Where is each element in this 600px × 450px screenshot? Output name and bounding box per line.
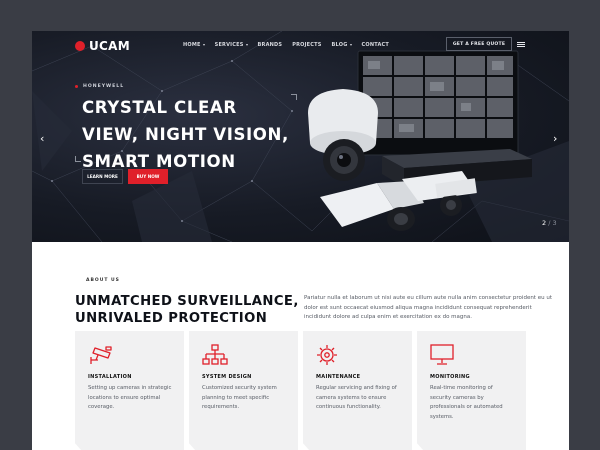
- nav-item-contact[interactable]: CONTACT: [362, 42, 389, 48]
- slide-total: 3: [552, 219, 557, 227]
- service-description: Regular servicing and fixing of camera s…: [316, 385, 397, 411]
- service-card-system-design[interactable]: SYSTEM DESIGN Customized security system…: [189, 331, 298, 450]
- services-cards: INSTALLATION Setting up cameras in strat…: [75, 331, 526, 450]
- hero-brand-label: HONEYWELL: [83, 84, 125, 89]
- chevron-down-icon: [349, 44, 352, 46]
- get-quote-button[interactable]: GET A FREE QUOTE: [446, 37, 512, 51]
- hamburger-icon[interactable]: [517, 42, 525, 47]
- service-description: Customized security system planning to m…: [202, 385, 277, 411]
- nav-item-home[interactable]: HOME: [183, 42, 205, 48]
- nav-item-services[interactable]: SERVICES: [215, 42, 248, 48]
- eyebrow-dot-icon: [75, 85, 78, 88]
- hero-title: CRYSTAL CLEAR VIEW, NIGHT VISION, SMART …: [82, 94, 289, 175]
- logo[interactable]: UCAM: [75, 39, 130, 53]
- nav-item-label: BRANDS: [257, 42, 283, 48]
- corner-bracket-icon: [291, 94, 297, 100]
- nav-item-label: CONTACT: [361, 42, 389, 48]
- chevron-down-icon: [245, 44, 248, 46]
- nav-item-projects[interactable]: PROJECTS: [292, 42, 321, 48]
- service-title: SYSTEM DESIGN: [202, 374, 252, 380]
- gear-icon: [317, 345, 337, 365]
- service-description: Real-time monitoring of security cameras…: [430, 385, 503, 421]
- service-title: INSTALLATION: [88, 374, 132, 380]
- nav-item-label: BLOG: [331, 42, 348, 48]
- nav-item-blog[interactable]: BLOG: [332, 42, 352, 48]
- corner-bracket-icon: [75, 156, 81, 162]
- nav-item-brands[interactable]: BRANDS: [258, 42, 283, 48]
- about-title-line: UNRIVALED PROTECTION: [75, 311, 268, 326]
- slide-separator: /: [548, 219, 551, 227]
- nav-item-label: PROJECTS: [292, 42, 322, 48]
- chevron-down-icon: [202, 44, 205, 46]
- network-diagram-icon: [202, 344, 228, 365]
- service-title: MONITORING: [430, 374, 470, 380]
- service-card-maintenance[interactable]: MAINTENANCE Regular servicing and fixing…: [303, 331, 412, 450]
- slide-counter: 2 / 3: [542, 219, 557, 227]
- about-section-label: ABOUT US: [86, 278, 120, 283]
- hero-title-line: VIEW, NIGHT VISION,: [82, 125, 289, 144]
- service-card-installation[interactable]: INSTALLATION Setting up cameras in strat…: [75, 331, 184, 450]
- chevron-left-icon[interactable]: ‹: [40, 132, 44, 145]
- dome-camera-image: [308, 89, 378, 181]
- cctv-camera-icon: [90, 346, 112, 364]
- about-title-line: UNMATCHED SURVEILLANCE,: [75, 294, 299, 309]
- logo-mark-icon: [75, 41, 85, 51]
- main-nav: HOME SERVICES BRANDS PROJECTS BLOG CONTACT: [183, 42, 399, 48]
- learn-more-button[interactable]: LEARN MORE: [82, 169, 123, 184]
- monitor-icon: [430, 344, 454, 365]
- hero-title-line: CRYSTAL CLEAR: [82, 98, 237, 117]
- nav-item-label: SERVICES: [214, 42, 244, 48]
- hero-eyebrow: HONEYWELL: [75, 84, 124, 89]
- service-title: MAINTENANCE: [316, 374, 361, 380]
- monitor-image: [357, 50, 519, 156]
- buy-now-button[interactable]: BUY NOW: [128, 169, 168, 184]
- about-title: UNMATCHED SURVEILLANCE, UNRIVALED PROTEC…: [75, 293, 299, 327]
- chevron-right-icon[interactable]: ›: [553, 132, 557, 145]
- page-frame: UCAM HOME SERVICES BRANDS PROJECTS BLOG CONTA…: [32, 31, 569, 450]
- slide-current: 2: [542, 219, 547, 227]
- hero-section: UCAM HOME SERVICES BRANDS PROJECTS BLOG CONTA…: [32, 31, 569, 242]
- about-paragraph: Pariatur nulla et laborum ut nisi aute e…: [304, 295, 552, 321]
- logo-text: UCAM: [89, 39, 130, 53]
- nav-item-label: HOME: [183, 42, 201, 48]
- service-description: Setting up cameras in strategic location…: [88, 385, 172, 411]
- service-card-monitoring[interactable]: MONITORING Real-time monitoring of secur…: [417, 331, 526, 450]
